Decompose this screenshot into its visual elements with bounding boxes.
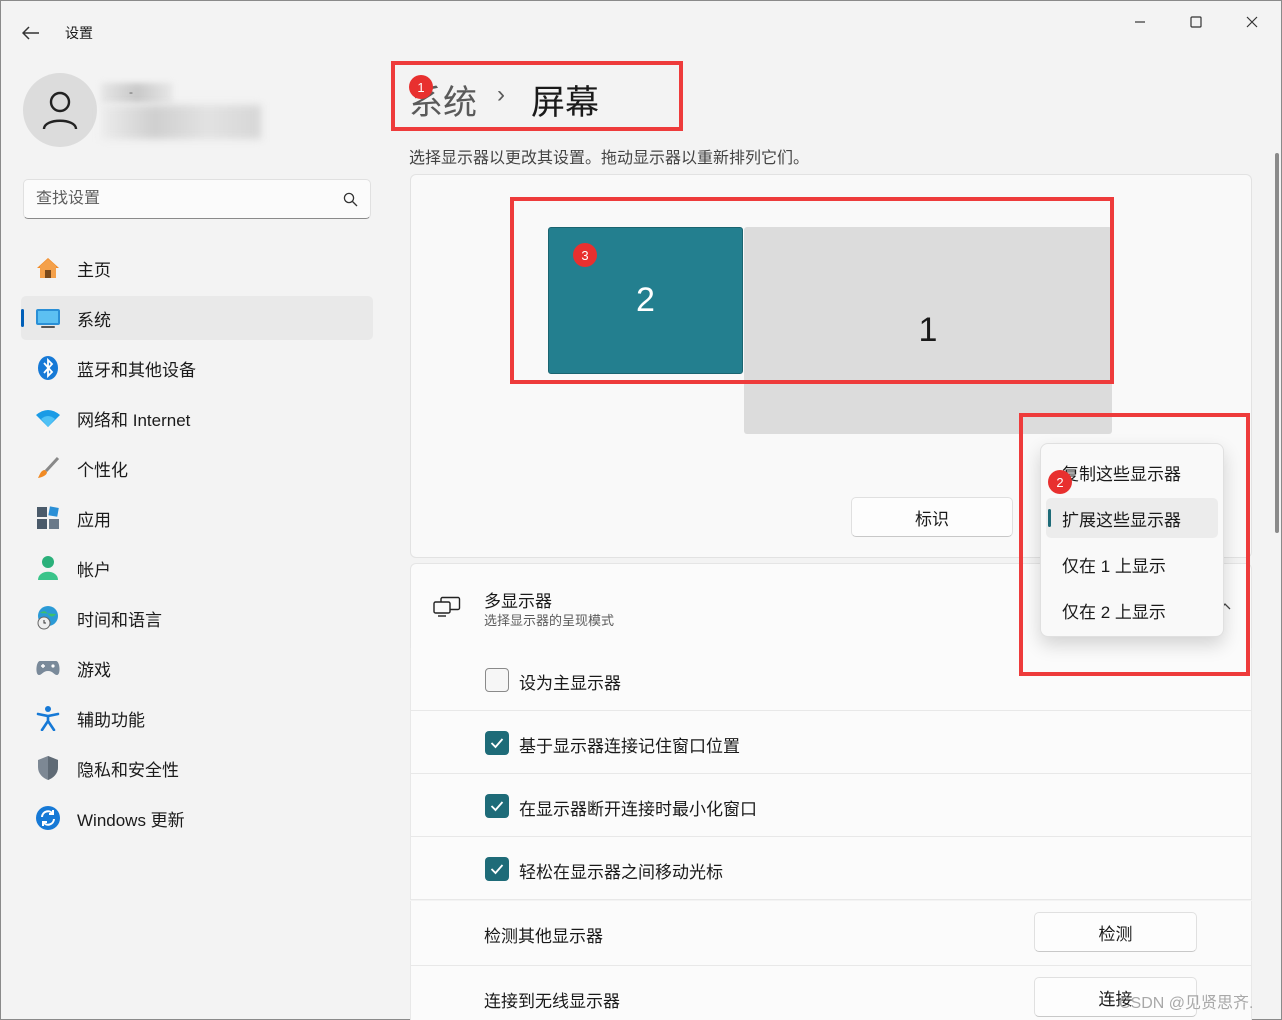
wifi-icon (35, 405, 61, 431)
option-label: 轻松在显示器之间移动光标 (519, 863, 723, 882)
multiple-displays-title: 多显示器 (484, 592, 552, 611)
sidebar-item-windows-update[interactable]: Windows 更新 (21, 796, 373, 840)
option-label: 在显示器断开连接时最小化窗口 (519, 800, 757, 819)
minimize-icon (1135, 21, 1145, 23)
annotation-box-breadcrumb (391, 61, 683, 131)
search-box[interactable] (23, 179, 371, 219)
account-icon (35, 555, 61, 581)
sidebar-item-label: 辅助功能 (77, 710, 145, 730)
page-subtitle: 选择显示器以更改其设置。拖动显示器以重新排列它们。 (409, 150, 810, 167)
main-display-checkbox[interactable] (485, 668, 509, 692)
maximize-icon (1190, 16, 1202, 28)
option-row-cursor-move: 轻松在显示器之间移动光标 (410, 837, 1252, 900)
sidebar-item-accounts[interactable]: 帐户 (21, 546, 373, 590)
sidebar-item-label: 时间和语言 (77, 610, 162, 630)
annotation-marker-2: 2 (1048, 470, 1072, 494)
account-name-blurred (101, 83, 173, 103)
annotation-marker-3: 3 (573, 243, 597, 267)
accessibility-icon (35, 705, 61, 731)
option-label: 设为主显示器 (519, 674, 621, 693)
system-icon (35, 305, 61, 331)
sidebar-item-label: 游戏 (77, 660, 111, 680)
option-label: 基于显示器连接记住窗口位置 (519, 737, 740, 756)
sidebar-item-label: 系统 (77, 310, 111, 330)
search-icon[interactable] (343, 192, 358, 207)
back-button[interactable] (15, 19, 47, 47)
annotation-box-monitors (510, 197, 1114, 384)
minimize-button[interactable] (1117, 11, 1163, 33)
sidebar-item-label: 个性化 (77, 460, 128, 480)
update-icon (35, 805, 61, 831)
brush-icon (35, 455, 61, 481)
account-name-fragment: - (129, 85, 133, 99)
sidebar-item-personalization[interactable]: 个性化 (21, 446, 373, 490)
gamepad-icon (35, 655, 61, 681)
detect-button[interactable]: 检测 (1034, 912, 1197, 952)
sidebar-item-bluetooth[interactable]: 蓝牙和其他设备 (21, 346, 373, 390)
sidebar-item-network[interactable]: 网络和 Internet (21, 396, 373, 440)
avatar[interactable] (23, 73, 97, 147)
wireless-display-label: 连接到无线显示器 (484, 992, 620, 1011)
sidebar-item-label: 网络和 Internet (77, 410, 191, 430)
sidebar-item-gaming[interactable]: 游戏 (21, 646, 373, 690)
close-button[interactable] (1229, 11, 1275, 33)
detect-displays-label: 检测其他显示器 (484, 927, 603, 946)
sidebar-item-label: 蓝牙和其他设备 (77, 360, 196, 380)
checkmark-icon (490, 864, 504, 875)
sidebar-item-privacy[interactable]: 隐私和安全性 (21, 746, 373, 790)
account-email-blurred (101, 105, 261, 139)
annotation-box-dropdown (1019, 413, 1250, 676)
back-arrow-icon (22, 26, 39, 40)
sidebar-item-system[interactable]: 系统 (21, 296, 373, 340)
search-input[interactable] (36, 190, 343, 208)
sidebar-nav: 主页 系统 蓝牙和其他设备 网络和 Internet 个性化 应用 帐户 时间和… (21, 246, 373, 846)
cursor-move-checkbox[interactable] (485, 857, 509, 881)
option-row-remember-window: 基于显示器连接记住窗口位置 (410, 711, 1252, 774)
remember-window-checkbox[interactable] (485, 731, 509, 755)
bluetooth-icon (35, 355, 61, 381)
home-icon (35, 255, 61, 281)
minimize-windows-checkbox[interactable] (485, 794, 509, 818)
sidebar-item-home[interactable]: 主页 (21, 246, 373, 290)
globe-clock-icon (35, 605, 61, 631)
sidebar-item-label: 帐户 (77, 560, 111, 580)
apps-icon (35, 505, 61, 531)
shield-icon (35, 755, 61, 781)
option-row-minimize-windows: 在显示器断开连接时最小化窗口 (410, 774, 1252, 837)
scrollbar[interactable] (1275, 153, 1279, 533)
sidebar-item-accessibility[interactable]: 辅助功能 (21, 696, 373, 740)
multiple-displays-icon (433, 595, 461, 619)
detect-displays-row: 检测其他显示器 检测 (410, 901, 1252, 966)
sidebar-item-apps[interactable]: 应用 (21, 496, 373, 540)
app-title: 设置 (65, 25, 93, 41)
close-icon (1246, 16, 1258, 28)
multiple-displays-description: 选择显示器的呈现模式 (484, 613, 615, 628)
identify-button[interactable]: 标识 (851, 497, 1013, 537)
sidebar-item-label: 隐私和安全性 (77, 760, 179, 780)
checkmark-icon (490, 738, 504, 749)
sidebar-item-time-language[interactable]: 时间和语言 (21, 596, 373, 640)
person-icon (42, 91, 78, 130)
annotation-marker-1: 1 (409, 75, 433, 99)
sidebar-item-label: 主页 (77, 260, 111, 280)
maximize-button[interactable] (1173, 11, 1219, 33)
sidebar-item-label: Windows 更新 (77, 810, 185, 830)
sidebar-item-label: 应用 (77, 510, 111, 530)
checkmark-icon (490, 801, 504, 812)
watermark: CSDN @见贤思齐. (1119, 995, 1254, 1012)
